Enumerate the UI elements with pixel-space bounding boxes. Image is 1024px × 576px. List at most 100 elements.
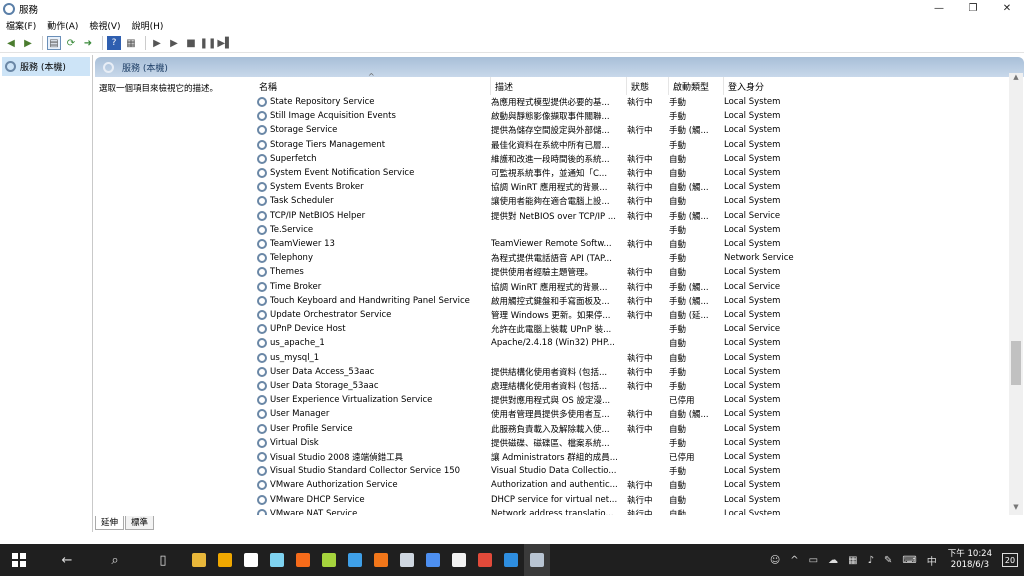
properties-icon[interactable]: ▦: [124, 36, 138, 50]
export-icon[interactable]: ➜: [81, 36, 95, 50]
maximize-button[interactable]: ❐: [956, 0, 990, 17]
action-center-icon[interactable]: 20: [1002, 553, 1018, 567]
service-row[interactable]: Visual Studio 2008 遠端偵錯工具 讓 Administrator…: [255, 450, 1005, 464]
minimize-button[interactable]: —: [922, 0, 956, 17]
service-row[interactable]: TCP/IP NetBIOS Helper 提供對 NetBIOS over TC…: [255, 209, 1005, 223]
tab-extended[interactable]: 延伸: [95, 516, 125, 530]
service-row[interactable]: Superfetch 維護和改進一段時間後的系統... 執行中 自動 Local Sys…: [255, 152, 1005, 166]
vertical-scrollbar[interactable]: ▲ ▼: [1009, 73, 1023, 515]
service-logon-as: Local System: [724, 352, 781, 363]
service-row[interactable]: Storage Tiers Management 最佳化資料在系統中所有已層...…: [255, 138, 1005, 152]
tree-node-services-local[interactable]: 服務 (本機): [2, 57, 90, 76]
menu-file[interactable]: 檔案(F): [6, 19, 36, 32]
service-row[interactable]: Time Broker 協調 WinRT 應用程式的背景... 執行中 手動 (觸..…: [255, 280, 1005, 294]
service-row[interactable]: Storage Service 提供為儲存空間設定與外部儲... 執行中 手動 (觸.…: [255, 123, 1005, 137]
refresh-icon[interactable]: ⟳: [64, 36, 78, 50]
gear-icon: [257, 125, 267, 136]
menu-action[interactable]: 動作(A): [47, 19, 78, 32]
stop-icon[interactable]: ■: [184, 36, 198, 50]
show-hidden-icons-icon[interactable]: ^: [790, 555, 798, 566]
tab-standard[interactable]: 標準: [125, 516, 155, 530]
service-name: Task Scheduler: [270, 196, 334, 207]
menu-view[interactable]: 檢視(V): [89, 19, 120, 32]
scroll-down-icon[interactable]: ▼: [1009, 503, 1023, 515]
service-row[interactable]: User Manager 使用者管理員提供多使用者互... 執行中 自動 (觸... L…: [255, 407, 1005, 421]
chrome-icon[interactable]: [472, 544, 498, 576]
column-header-logon[interactable]: 登入身分: [724, 77, 854, 95]
restart-icon[interactable]: ▶▌: [217, 36, 232, 50]
clock[interactable]: 下午 10:24 2018/6/3: [948, 549, 992, 571]
service-row[interactable]: Telephony 為程式提供電話語音 API (TAP... 手動 Network …: [255, 251, 1005, 265]
column-header-description[interactable]: 描述: [491, 77, 627, 95]
service-row[interactable]: VMware NAT Service Network address transl…: [255, 507, 1005, 515]
menu-help[interactable]: 說明(H): [132, 19, 164, 32]
xampp-icon[interactable]: [368, 544, 394, 576]
scroll-up-icon[interactable]: ▲: [1009, 73, 1023, 85]
service-row[interactable]: us_apache_1 Apache/2.4.18 (Win32) PHP... 自…: [255, 336, 1005, 350]
browser-icon[interactable]: [420, 544, 446, 576]
start-button[interactable]: [6, 544, 32, 576]
service-row[interactable]: Themes 提供使用者經驗主題管理。 執行中 自動 Local System: [255, 265, 1005, 279]
service-row[interactable]: System Events Broker 協調 WinRT 應用程式的背景... 執…: [255, 180, 1005, 194]
service-description: 處理結構化使用者資料 (包括...: [491, 382, 608, 392]
pen-icon[interactable]: ✎: [884, 555, 892, 566]
service-row[interactable]: System Event Notification Service 可監視系統事件…: [255, 166, 1005, 180]
service-row[interactable]: State Repository Service 為應用程式模型提供必要的基...…: [255, 95, 1005, 109]
service-startup-type: 手動: [669, 140, 687, 151]
ime-indicator[interactable]: 中: [927, 553, 937, 568]
people-icon[interactable]: ☺: [770, 555, 780, 566]
help-icon[interactable]: ?: [107, 36, 121, 50]
service-row[interactable]: User Experience Virtualization Service 提供…: [255, 393, 1005, 407]
back-arrow-icon[interactable]: ←: [54, 544, 80, 576]
service-row[interactable]: Task Scheduler 讓使用者能夠在適合電腦上設... 執行中 自動 Local…: [255, 194, 1005, 208]
start-alt-icon[interactable]: ▶: [167, 36, 181, 50]
service-description: 提供對 NetBIOS over TCP/IP ...: [491, 211, 616, 222]
file-explorer-icon[interactable]: [186, 544, 212, 576]
service-row[interactable]: UPnP Device Host 允許在此電腦上裝載 UPnP 裝... 手動 Loc…: [255, 322, 1005, 336]
keyboard-icon[interactable]: ⌨: [902, 555, 916, 566]
gear-icon: [257, 381, 267, 391]
lambda-icon[interactable]: [316, 544, 342, 576]
back-icon[interactable]: ◀: [4, 36, 18, 50]
service-logon-as: Local System: [724, 338, 781, 349]
cube-icon[interactable]: [342, 544, 368, 576]
battery-icon[interactable]: ▭: [809, 555, 818, 566]
column-header-startup[interactable]: 啟動類型: [669, 77, 724, 95]
service-row[interactable]: Touch Keyboard and Handwriting Panel Ser…: [255, 294, 1005, 308]
service-row[interactable]: Update Orchestrator Service 管理 Windows 更新…: [255, 308, 1005, 322]
media-icon[interactable]: [212, 544, 238, 576]
task-view-icon[interactable]: ▯: [150, 544, 176, 576]
service-name-cell: Visual Studio 2008 遠端偵錯工具: [255, 451, 491, 463]
scrollbar-thumb[interactable]: [1011, 341, 1021, 385]
edge-icon[interactable]: [498, 544, 524, 576]
photos-icon[interactable]: [446, 544, 472, 576]
network-icon[interactable]: ▦: [848, 555, 857, 566]
service-row[interactable]: TeamViewer 13 TeamViewer Remote Softw... 執…: [255, 237, 1005, 251]
tool-icon[interactable]: [290, 544, 316, 576]
service-row[interactable]: Virtual Disk 提供磁碟、磁碟區、檔案系統... 手動 Local Syst…: [255, 436, 1005, 450]
service-row[interactable]: VMware Authorization Service Authorizatio…: [255, 478, 1005, 492]
volume-icon[interactable]: ♪: [868, 555, 874, 566]
forward-icon[interactable]: ▶: [21, 36, 35, 50]
service-row[interactable]: us_mysql_1 執行中 自動 Local System: [255, 351, 1005, 365]
column-header-name[interactable]: 名稱: [255, 77, 491, 95]
search-icon[interactable]: ⌕: [102, 544, 128, 576]
service-description: 提供為儲存空間設定與外部儲...: [491, 126, 610, 137]
start-icon[interactable]: ▶: [150, 36, 164, 50]
service-row[interactable]: Visual Studio Standard Collector Service…: [255, 464, 1005, 478]
onedrive-icon[interactable]: ☁: [828, 555, 838, 566]
console-tree-icon[interactable]: ▤: [47, 36, 61, 50]
google-icon[interactable]: [238, 544, 264, 576]
service-row[interactable]: Still Image Acquisition Events 啟動與靜態影像擷取事…: [255, 109, 1005, 123]
service-row[interactable]: VMware DHCP Service DHCP service for virt…: [255, 493, 1005, 507]
pause-icon[interactable]: ❚❚: [200, 36, 217, 50]
network-icon[interactable]: [394, 544, 420, 576]
service-row[interactable]: User Profile Service 此服務負責載入及解除載入使... 執行中 自…: [255, 422, 1005, 436]
sticky-notes-icon[interactable]: [264, 544, 290, 576]
service-row[interactable]: User Data Storage_53aac 處理結構化使用者資料 (包括...…: [255, 379, 1005, 393]
service-row[interactable]: Te.Service 手動 Local System: [255, 223, 1005, 237]
close-button[interactable]: ✕: [990, 0, 1024, 17]
column-header-status[interactable]: 狀態: [627, 77, 669, 95]
services-icon[interactable]: [524, 544, 550, 576]
service-row[interactable]: User Data Access_53aac 提供結構化使用者資料 (包括... 執…: [255, 365, 1005, 379]
